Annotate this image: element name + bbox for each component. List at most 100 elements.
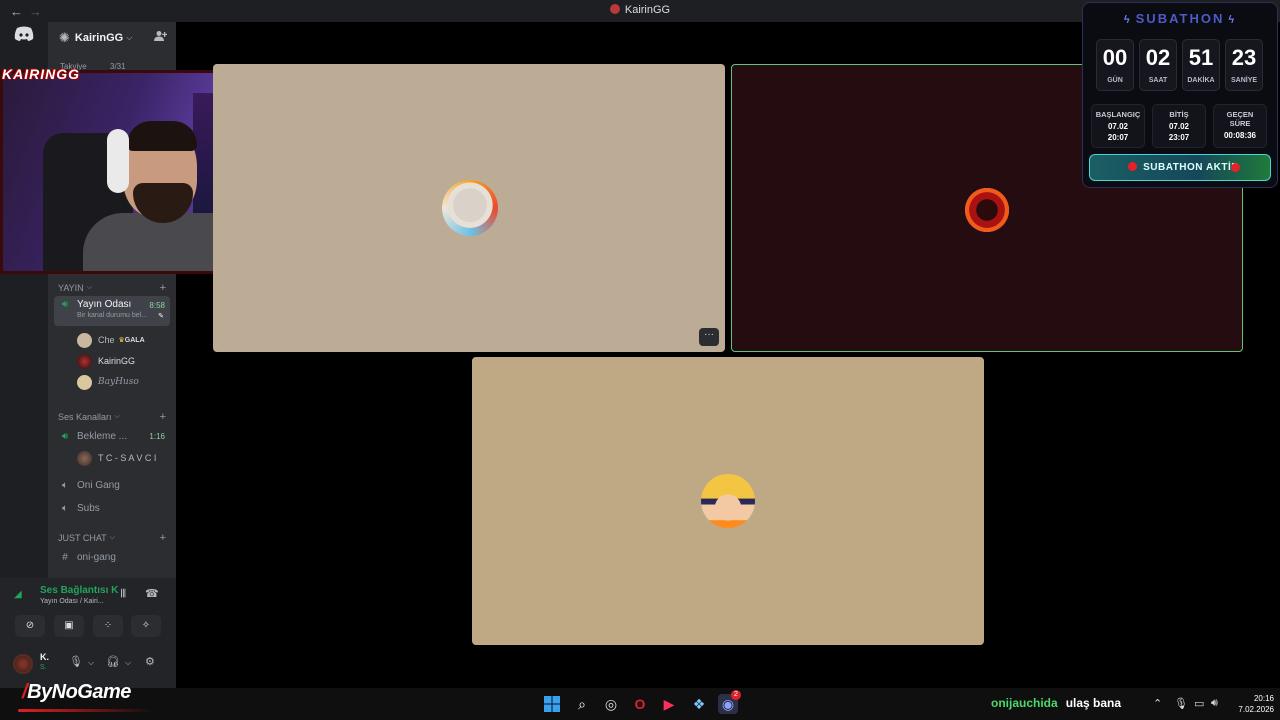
channel-name: Bekleme ...: [77, 430, 128, 442]
disconnect-icon[interactable]: ☎: [145, 587, 159, 600]
subathon-title: ϟ SUBATHON ϟ: [1083, 11, 1277, 26]
lightning-icon: ϟ: [1228, 14, 1237, 26]
countdown-minutes: 51 DAKİKA: [1182, 39, 1220, 91]
volume-icon[interactable]: 🔊︎: [1211, 697, 1218, 710]
chevron-down-icon[interactable]: ⌵: [88, 658, 94, 668]
tray-overflow-icon[interactable]: ⌃: [1153, 697, 1162, 710]
voice-member[interactable]: BayHuso: [77, 373, 139, 391]
add-channel-icon[interactable]: +: [160, 532, 166, 544]
countdown-label: SANİYE: [1230, 77, 1258, 84]
ticker-username: onijauchida: [991, 696, 1058, 710]
logo-underline: [18, 709, 153, 712]
channel-bekleme[interactable]: 🔊︎ Bekleme ... 1:16: [54, 426, 170, 446]
network-icon[interactable]: ▭: [1194, 697, 1204, 710]
countdown-label: DAKİKA: [1187, 77, 1215, 84]
voice-member[interactable]: KairinGG: [77, 352, 135, 370]
voice-status-title[interactable]: Ses Bağlantısı K: [40, 585, 118, 596]
countdown-value: 02: [1145, 45, 1171, 70]
avatar: [77, 450, 92, 466]
member-tag: ♛GALA: [119, 336, 145, 344]
discord-home-icon[interactable]: [8, 24, 40, 52]
microphone-tray-icon[interactable]: 🎙︎: [1174, 697, 1188, 710]
clock-date: 7.02.2026: [1238, 705, 1274, 714]
taskbar: /ByNoGame ⌕ ◎ O ▶ ❖ ◉ 2 onijauchida ulaş b…: [0, 681, 1280, 720]
chevron-down-icon: ⌵: [109, 534, 115, 541]
chevron-down-icon[interactable]: ⌵: [125, 658, 131, 668]
live-dot-icon: [1231, 163, 1240, 172]
channel-yayin-odasi[interactable]: 🔊︎ Yayın Odası 8:58 Bir kanal durumu bel…: [54, 296, 170, 326]
camera-off-button[interactable]: ⊘: [15, 615, 45, 637]
channel-oni-gang-voice[interactable]: 🔈︎ Oni Gang: [54, 475, 170, 495]
opera-gx-icon[interactable]: O: [630, 694, 650, 714]
add-channel-icon[interactable]: +: [160, 282, 166, 294]
bynogame-logo: /ByNoGame: [22, 681, 131, 704]
search-icon[interactable]: ⌕: [572, 694, 592, 714]
server-name: KairinGG: [74, 32, 124, 44]
speaker-icon: 🔈︎: [62, 479, 68, 491]
voice-status-subtitle[interactable]: Yayın Odası / Kairi...: [40, 598, 104, 605]
channel-subs[interactable]: 🔈︎ Subs: [54, 498, 170, 518]
info-heading: BAŞLANGIÇ: [1095, 110, 1141, 119]
channel-name: oni-gang: [77, 551, 116, 563]
voice-connection-panel: ◢ Ses Bağlantısı K Yayın Odası / Kairi..…: [0, 578, 176, 688]
ticker-message: ulaş bana: [1065, 696, 1122, 710]
media-player-icon[interactable]: ▶: [659, 694, 679, 714]
info-value: 00:08:36: [1223, 131, 1257, 140]
countdown-value: 23: [1231, 45, 1257, 70]
voice-member[interactable]: Che ♛GALA: [77, 331, 145, 349]
avatar: [442, 180, 498, 236]
avatar: [77, 374, 92, 390]
screen-share-button[interactable]: ▣: [54, 615, 84, 637]
voice-tile[interactable]: [472, 357, 984, 645]
more-options-button[interactable]: ···: [699, 328, 719, 346]
voice-member[interactable]: T C - S A V C I: [77, 449, 156, 467]
add-channel-icon[interactable]: +: [160, 411, 166, 423]
countdown-seconds: 23 SANİYE: [1225, 39, 1263, 91]
activities-button[interactable]: ⁘: [93, 615, 123, 637]
member-tag-text: GALA: [124, 337, 145, 344]
add-user-glyph: [154, 31, 168, 41]
noise-suppression-icon[interactable]: 𝄃𝄃: [121, 588, 126, 601]
countdown-days: 00 GÜN: [1096, 39, 1134, 91]
hash-icon: #: [62, 551, 68, 563]
user-name[interactable]: K.: [40, 652, 49, 662]
add-user-icon[interactable]: [154, 30, 168, 45]
category-yayin[interactable]: YAYIN ⌵ +: [58, 282, 166, 294]
microphone-icon[interactable]: 🎙︎: [69, 655, 83, 668]
info-time: 23:07: [1168, 133, 1190, 142]
avatar: [701, 474, 755, 528]
windows-start-icon[interactable]: [542, 694, 562, 714]
headphones-icon[interactable]: 🎧︎: [106, 655, 120, 668]
discord-taskbar-icon[interactable]: ◉ 2: [718, 690, 741, 714]
subathon-widget: ϟ SUBATHON ϟ 00 GÜN 02 SAAT 51 DAKİKA 23 SANİY…: [1082, 2, 1278, 188]
edit-icon[interactable]: ✎: [158, 312, 164, 320]
info-date: 07.02: [1168, 122, 1190, 131]
info-date: 07.02: [1107, 122, 1129, 131]
avatar[interactable]: [13, 654, 33, 674]
live-dot-icon: [1128, 162, 1138, 171]
countdown-hours: 02 SAAT: [1139, 39, 1177, 91]
category-ses-kanallari[interactable]: Ses Kanalları ⌵ +: [58, 411, 166, 423]
server-badge-icon: ✺: [59, 30, 70, 45]
channel-oni-gang-text[interactable]: # oni-gang: [54, 547, 170, 567]
obs-icon[interactable]: ◎: [601, 694, 621, 714]
start-info: BAŞLANGIÇ 07.02 20:07: [1091, 104, 1145, 148]
system-clock[interactable]: 20:16 7.02.2026: [1232, 693, 1274, 715]
settings-icon[interactable]: ⚙: [145, 655, 155, 668]
clock-time: 20:16: [1253, 694, 1274, 703]
category-just-chat[interactable]: JUST CHAT ⌵ +: [58, 532, 166, 544]
voice-tile[interactable]: ···: [213, 64, 725, 352]
speaker-icon: 🔊︎: [61, 430, 69, 442]
category-label: Ses Kanalları: [58, 412, 112, 422]
streamer-hair: [127, 121, 197, 151]
category-label: JUST CHAT: [58, 533, 107, 543]
soundboard-button[interactable]: ✧: [131, 615, 161, 637]
countdown-label: GÜN: [1107, 77, 1123, 84]
speaker-icon: 🔊︎: [61, 299, 69, 310]
countdown-value: 51: [1188, 45, 1214, 70]
app-icon[interactable]: ❖: [689, 694, 709, 714]
channel-name: Yayın Odası: [77, 299, 132, 310]
member-name: T C - S A V C I: [98, 453, 157, 463]
server-header[interactable]: ✺ KairinGG ⌵: [48, 22, 176, 54]
chat-ticker: onijauchida ulaş bana: [991, 696, 1121, 710]
